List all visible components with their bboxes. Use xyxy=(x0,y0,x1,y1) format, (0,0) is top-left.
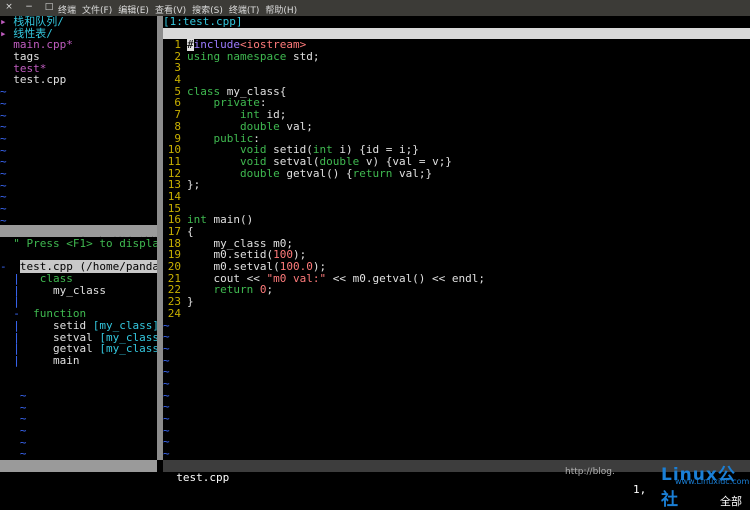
empty-line-marker: ~ xyxy=(163,365,170,379)
empty-line-marker: ~ xyxy=(163,388,170,402)
tree-item[interactable]: test.cpp xyxy=(0,74,157,86)
line-number: 24 xyxy=(167,306,181,320)
empty-line-marker: ~ xyxy=(163,353,170,367)
nerdtree-pane[interactable]: ▸ 栈和队列/▸ 线性表/ main.cpp* tags test* test.… xyxy=(0,16,157,225)
taglist-function-scope: [my_class] xyxy=(99,342,157,356)
empty-line-marker: ~ xyxy=(0,447,27,460)
line-number: 4 xyxy=(174,73,181,87)
empty-line-marker: ~ xyxy=(0,202,7,215)
code-token: return xyxy=(352,166,393,180)
empty-line-marker: ~ xyxy=(163,423,170,437)
window-controls: × − □ xyxy=(4,2,54,12)
empty-line-marker: ~ xyxy=(163,447,170,460)
empty-line-marker: ~ xyxy=(0,166,7,180)
code-token: val;} xyxy=(392,166,433,180)
empty-line-marker: ~ xyxy=(0,131,7,145)
empty-line-marker: ~ xyxy=(0,143,7,157)
watermark: http://blog. Linux公社 www.Linuxidc.com xyxy=(565,460,750,510)
code-token: using xyxy=(187,49,221,63)
empty-line-marker: ~ xyxy=(0,178,7,192)
code-token: namespace xyxy=(226,49,287,63)
empty-line-marker: ~ xyxy=(0,108,7,122)
empty-line-marker: ~ xyxy=(163,330,170,344)
menu-file[interactable]: 文件(F) xyxy=(82,3,112,16)
code-line[interactable]: 24 xyxy=(163,308,750,320)
empty-line-marker: ~ xyxy=(0,190,7,204)
buffer-tab[interactable]: [1:test.cpp] xyxy=(163,16,750,28)
code-line[interactable]: 12 double getval() {return val;} xyxy=(163,166,750,180)
taglist-item-class[interactable]: my_class xyxy=(53,284,106,297)
line-number: 1 xyxy=(174,39,181,51)
line-number: 20 xyxy=(167,260,181,274)
code-token: ; xyxy=(266,283,274,297)
code-token: 0 xyxy=(259,283,267,297)
taglist-pane[interactable]: " Press <F1> to display - test.cpp (/hom… xyxy=(0,238,157,460)
code-line[interactable]: 22 return 0; xyxy=(163,284,750,296)
code-line[interactable]: 14 xyxy=(163,191,750,203)
empty-line-marker: ~ xyxy=(163,318,170,332)
code-line[interactable]: 13}; xyxy=(163,179,750,191)
taglist-function-name: main xyxy=(19,353,87,367)
line-number: 14 xyxy=(167,189,181,203)
menu-terminal-title: 终端 xyxy=(58,6,77,16)
code-line[interactable]: 16 int main() xyxy=(163,214,750,226)
code-token: std; xyxy=(286,49,320,63)
taglist-status-name: < Tag_List__ xyxy=(13,471,93,484)
code-token: val; xyxy=(279,119,313,133)
tree-item-label: test.cpp xyxy=(13,73,67,87)
menu-help[interactable]: 帮助(H) xyxy=(265,3,297,16)
line-number: 8 xyxy=(174,119,181,133)
menu-edit[interactable]: 编辑(E) xyxy=(118,3,149,16)
maximize-icon[interactable]: □ xyxy=(44,2,54,12)
nerdtree-statusline: </AJ-C++程序/大话数据结构 xyxy=(0,225,161,249)
code-token: getval() { xyxy=(279,166,353,180)
watermark-url: www.Linuxidc.com xyxy=(675,477,750,486)
code-editor[interactable]: 1 #include<iostream> 2 using namespace std;… xyxy=(163,39,750,460)
empty-line-marker: ~ xyxy=(0,424,27,437)
code-token: "m0 val:" xyxy=(266,271,327,285)
close-icon[interactable]: × xyxy=(4,2,14,12)
empty-line-marker: ~ xyxy=(0,85,7,99)
code-token: << m0.getval() << endl; xyxy=(326,271,486,285)
editor-status-name: test.cpp xyxy=(176,471,230,484)
taglist-function-item[interactable]: | main xyxy=(0,355,157,367)
empty-line-marker: ~ xyxy=(163,400,170,414)
empty-line-marker: ~ xyxy=(0,155,7,169)
buffer-tab-label: [1:test.cpp] xyxy=(163,15,243,28)
taglist-statusline: < Tag_List__ 3,1 全部 xyxy=(0,460,157,508)
taglist-hint: " Press <F1> to display xyxy=(13,238,157,250)
empty-line-marker: ~ xyxy=(163,435,170,449)
empty-line-marker: ~ xyxy=(163,376,170,390)
empty-line-marker: ~ xyxy=(0,388,27,402)
watermark-text: http://blog. xyxy=(565,467,615,477)
terminal-menubar: × − □ 终端 文件(F) 编辑(E) 查看(V) 搜索(S) 终端(T) 帮… xyxy=(0,0,750,16)
empty-line-marker: ~ xyxy=(0,213,7,225)
code-token: } xyxy=(187,295,194,309)
empty-line-marker: ~ xyxy=(0,120,7,134)
code-line[interactable]: 2 using namespace std; xyxy=(163,49,750,63)
line-number: 11 xyxy=(167,154,181,168)
tree-guide: | xyxy=(0,353,20,367)
empty-line-marker: ~ xyxy=(163,341,170,355)
code-token: return xyxy=(213,283,254,297)
line-number: 17 xyxy=(167,225,181,238)
code-token: main() xyxy=(206,213,254,227)
code-line[interactable]: 3 xyxy=(163,62,750,74)
code-line[interactable]: 23} xyxy=(163,296,750,308)
taglist-status-pct: 全部 xyxy=(130,495,152,508)
empty-line-marker: ~ xyxy=(0,96,7,110)
minimize-icon[interactable]: − xyxy=(24,2,34,12)
minibufexplorer-statusline: -MiniBufExplorer- 1,1 全部 xyxy=(163,28,750,72)
code-token: double xyxy=(239,166,280,180)
code-token: }; xyxy=(187,178,201,192)
empty-line-marker: ~ xyxy=(163,412,170,425)
